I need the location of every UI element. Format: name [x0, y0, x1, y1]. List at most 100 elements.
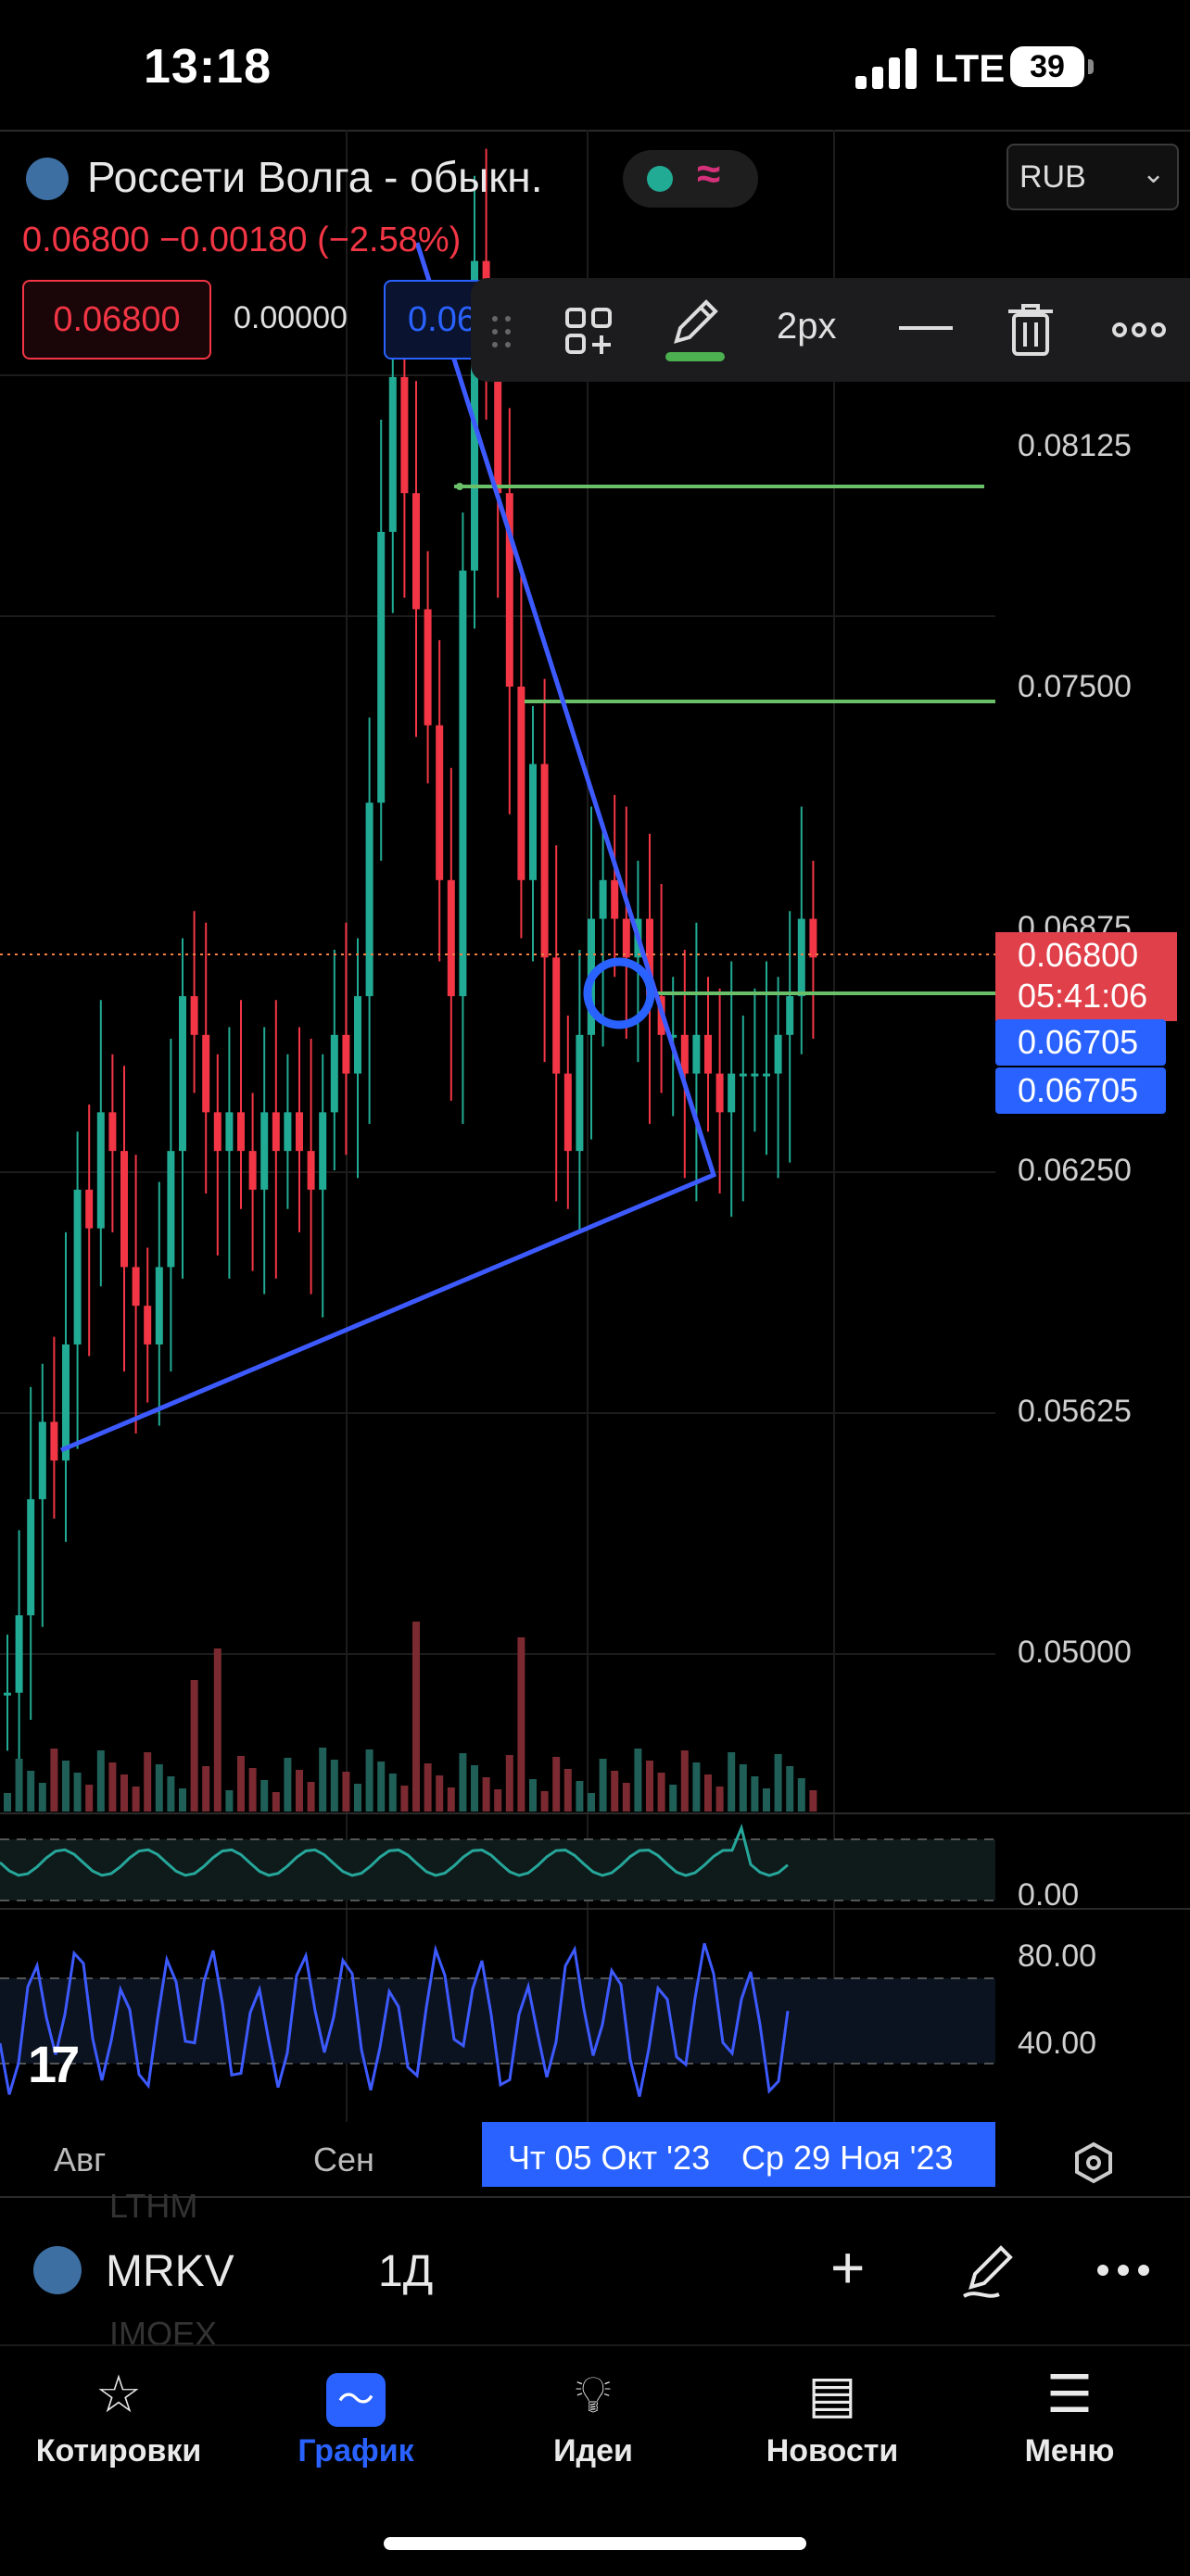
candle-body	[459, 570, 467, 997]
volume-bar	[494, 1789, 502, 1812]
time-axis-label: Авг	[54, 2140, 107, 2178]
candle-body	[190, 996, 198, 1035]
candle-body	[400, 376, 409, 494]
tab-ideas[interactable]: 💡︎ Идеи	[475, 2361, 712, 2469]
candle-body	[377, 531, 386, 803]
interval-button[interactable]: 1Д	[378, 2246, 433, 2297]
trash-icon[interactable]	[1006, 302, 1055, 358]
volume-bar	[73, 1773, 82, 1812]
volume-bar	[692, 1762, 701, 1812]
candle-body	[388, 376, 397, 532]
volume-bar	[576, 1781, 584, 1812]
price-chart[interactable]	[0, 130, 1190, 2131]
sell-button[interactable]: 0.06800	[22, 280, 211, 360]
range-start-date: Чт 05 Окт '23	[508, 2139, 711, 2177]
volume-bar	[459, 1753, 467, 1812]
tab-quotes[interactable]: ☆ Котировки	[0, 2361, 237, 2469]
symbol-name[interactable]: Россети Волга - обыкн.	[87, 152, 542, 202]
candle-body	[202, 1034, 210, 1113]
add-to-favorites-icon[interactable]	[563, 306, 615, 358]
rsi-axis-label: 80.00	[1018, 1938, 1097, 1974]
market-status-pill[interactable]	[623, 150, 758, 208]
volume-bar	[622, 1783, 630, 1812]
signal-icon	[855, 48, 917, 89]
volume-bar	[552, 1757, 561, 1812]
candle-body	[436, 725, 444, 880]
candle-body	[715, 1073, 724, 1113]
candle-body	[144, 1306, 152, 1345]
pencil-icon[interactable]	[667, 295, 723, 350]
price-axis-label: 0.06250	[1018, 1153, 1132, 1188]
volume-bar	[120, 1774, 128, 1812]
candle-body	[529, 764, 537, 880]
volume-bar	[330, 1760, 338, 1812]
volume-bar	[786, 1766, 794, 1812]
chart-settings-icon[interactable]	[1071, 2140, 1116, 2185]
volume-bar	[774, 1754, 782, 1812]
volume-bar	[179, 1788, 186, 1812]
volume-bar	[296, 1770, 303, 1812]
tab-news[interactable]: ▤ Новости	[714, 2361, 951, 2469]
candle-body	[412, 493, 420, 610]
candle-body	[50, 1421, 58, 1461]
volume-bar	[611, 1771, 619, 1812]
symbol-logo	[26, 158, 69, 200]
tab-label: Новости	[766, 2433, 899, 2469]
tab-chart[interactable]: 〜 График	[237, 2361, 475, 2469]
tab-menu[interactable]: ☰ Меню	[951, 2361, 1188, 2469]
more-icon[interactable]	[1110, 319, 1168, 341]
bid-value: 0.06705	[1018, 1023, 1139, 1061]
candle-body	[4, 1692, 11, 1696]
tab-label: График	[298, 2433, 414, 2469]
candle-body	[132, 1267, 140, 1307]
delayed-data-icon: ≈	[697, 149, 721, 197]
volume-bar	[260, 1780, 269, 1812]
candle-body	[167, 1151, 175, 1268]
volume-bar	[190, 1680, 198, 1812]
candle-body	[680, 1034, 689, 1074]
bar-countdown: 05:41:06	[1018, 977, 1148, 1015]
candle-body	[774, 1034, 782, 1074]
volume-bar	[38, 1783, 46, 1812]
time-axis-label: Сен	[313, 2140, 374, 2178]
menu-icon: ☰	[1045, 2365, 1094, 2423]
volume-bar	[563, 1769, 572, 1812]
chevron-down-icon: ⌄	[1142, 158, 1166, 189]
line-thickness-button[interactable]: 2px	[777, 306, 837, 347]
drawing-tools-icon[interactable]	[958, 2242, 1018, 2302]
candle-body	[552, 957, 561, 1074]
volume-bar	[96, 1750, 105, 1812]
volume-bar	[715, 1787, 724, 1812]
watchlist-ghost-item: LTHM	[109, 2187, 198, 2225]
volume-bar	[388, 1774, 397, 1812]
candle-body	[62, 1344, 70, 1461]
candle-body	[96, 1112, 105, 1229]
volume-bar	[529, 1779, 537, 1812]
level-lines[interactable]	[454, 485, 995, 995]
volume-bar	[132, 1787, 140, 1812]
last-price-value: 0.06800	[1018, 936, 1139, 974]
battery-icon: 39	[1010, 46, 1084, 87]
candle-body	[517, 687, 525, 880]
color-indicator	[665, 352, 725, 361]
volume-bar	[412, 1622, 420, 1812]
line-style-icon[interactable]	[897, 309, 955, 347]
candle-body	[73, 1189, 82, 1345]
more-icon[interactable]	[1094, 2261, 1153, 2279]
add-icon[interactable]: +	[830, 2233, 865, 2302]
volume-bar	[237, 1756, 245, 1812]
volume-bar	[108, 1762, 117, 1812]
candle-body	[319, 1112, 327, 1190]
range-end-date: Ср 29 Ноя '23	[741, 2139, 954, 2177]
volume-bar	[27, 1771, 35, 1812]
volume-bar	[85, 1785, 94, 1812]
drawing-anchor-handle[interactable]	[583, 957, 655, 1029]
drag-handle-icon[interactable]	[487, 311, 515, 352]
volume-bar	[307, 1782, 315, 1812]
ticker-button[interactable]: MRKV	[106, 2246, 234, 2297]
price-change: −0.00180	[158, 221, 308, 259]
volume-bar	[342, 1772, 350, 1812]
lightbulb-icon: 💡︎	[575, 2365, 612, 2423]
candle-body	[704, 1034, 712, 1074]
candle-body	[272, 1112, 280, 1152]
